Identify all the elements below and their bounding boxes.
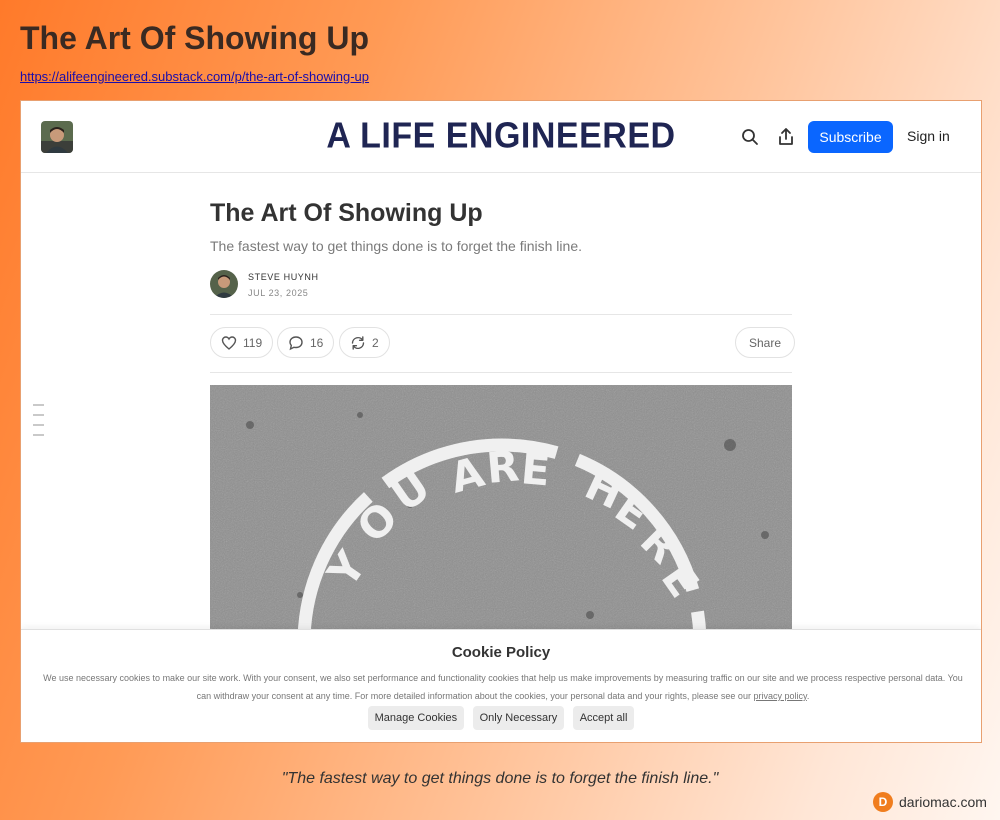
heart-icon [221,335,237,350]
accept-all-button[interactable]: Accept all [572,706,635,730]
hero-image: Y O U A R E H E R E [210,385,792,645]
privacy-policy-link[interactable]: privacy policy [753,691,806,701]
restack-count: 2 [372,335,379,350]
like-button[interactable]: 119 [210,327,274,358]
manage-cookies-button[interactable]: Manage Cookies [367,706,465,730]
search-icon[interactable] [740,127,760,147]
brand-name: dariomac.com [899,794,987,810]
divider [210,372,792,373]
like-count: 119 [243,335,263,350]
page-title: The Art Of Showing Up [20,20,369,56]
comment-icon [289,335,303,350]
pull-quote: "The fastest way to get things done is t… [281,770,719,787]
comment-button[interactable]: 16 [277,327,335,358]
brand-mark[interactable]: D dariomac.com [873,792,987,812]
sign-in-button[interactable]: Sign in [907,128,950,144]
divider [210,314,792,315]
table-of-contents-icon[interactable] [33,404,44,444]
cookie-buttons: Manage Cookies Only Necessary Accept all [21,706,981,730]
only-necessary-button[interactable]: Only Necessary [472,706,565,730]
svg-text:E: E [519,444,552,495]
cookie-description: We use necessary cookies to make our sit… [43,673,963,701]
article-subtitle: The fastest way to get things done is to… [210,238,582,254]
subscribe-button[interactable]: Subscribe [808,121,893,153]
restack-button[interactable]: 2 [339,327,390,358]
cookie-title: Cookie Policy [451,644,551,661]
top-navbar: A LIFE ENGINEERED Subscribe Sign in [21,101,981,173]
article-screenshot: A LIFE ENGINEERED Subscribe Sign in The … [20,100,982,743]
author-avatar[interactable] [210,270,238,298]
post-date: JUL 23, 2025 [248,288,309,298]
comment-count: 16 [310,335,324,350]
article-title: The Art Of Showing Up [210,199,483,227]
share-icon[interactable] [776,127,796,147]
author-name[interactable]: STEVE HUYNH [248,272,319,282]
svg-text:R: R [485,441,521,493]
cookie-text: We use necessary cookies to make our sit… [43,673,963,701]
share-button[interactable]: Share [735,327,796,358]
cookie-banner: Cookie Policy We use necessary cookies t… [21,629,981,742]
restack-icon [351,335,365,350]
share-label: Share [749,335,782,350]
brand-logo-icon: D [873,792,893,812]
article-url-link[interactable]: https://alifeengineered.substack.com/p/t… [20,69,369,84]
